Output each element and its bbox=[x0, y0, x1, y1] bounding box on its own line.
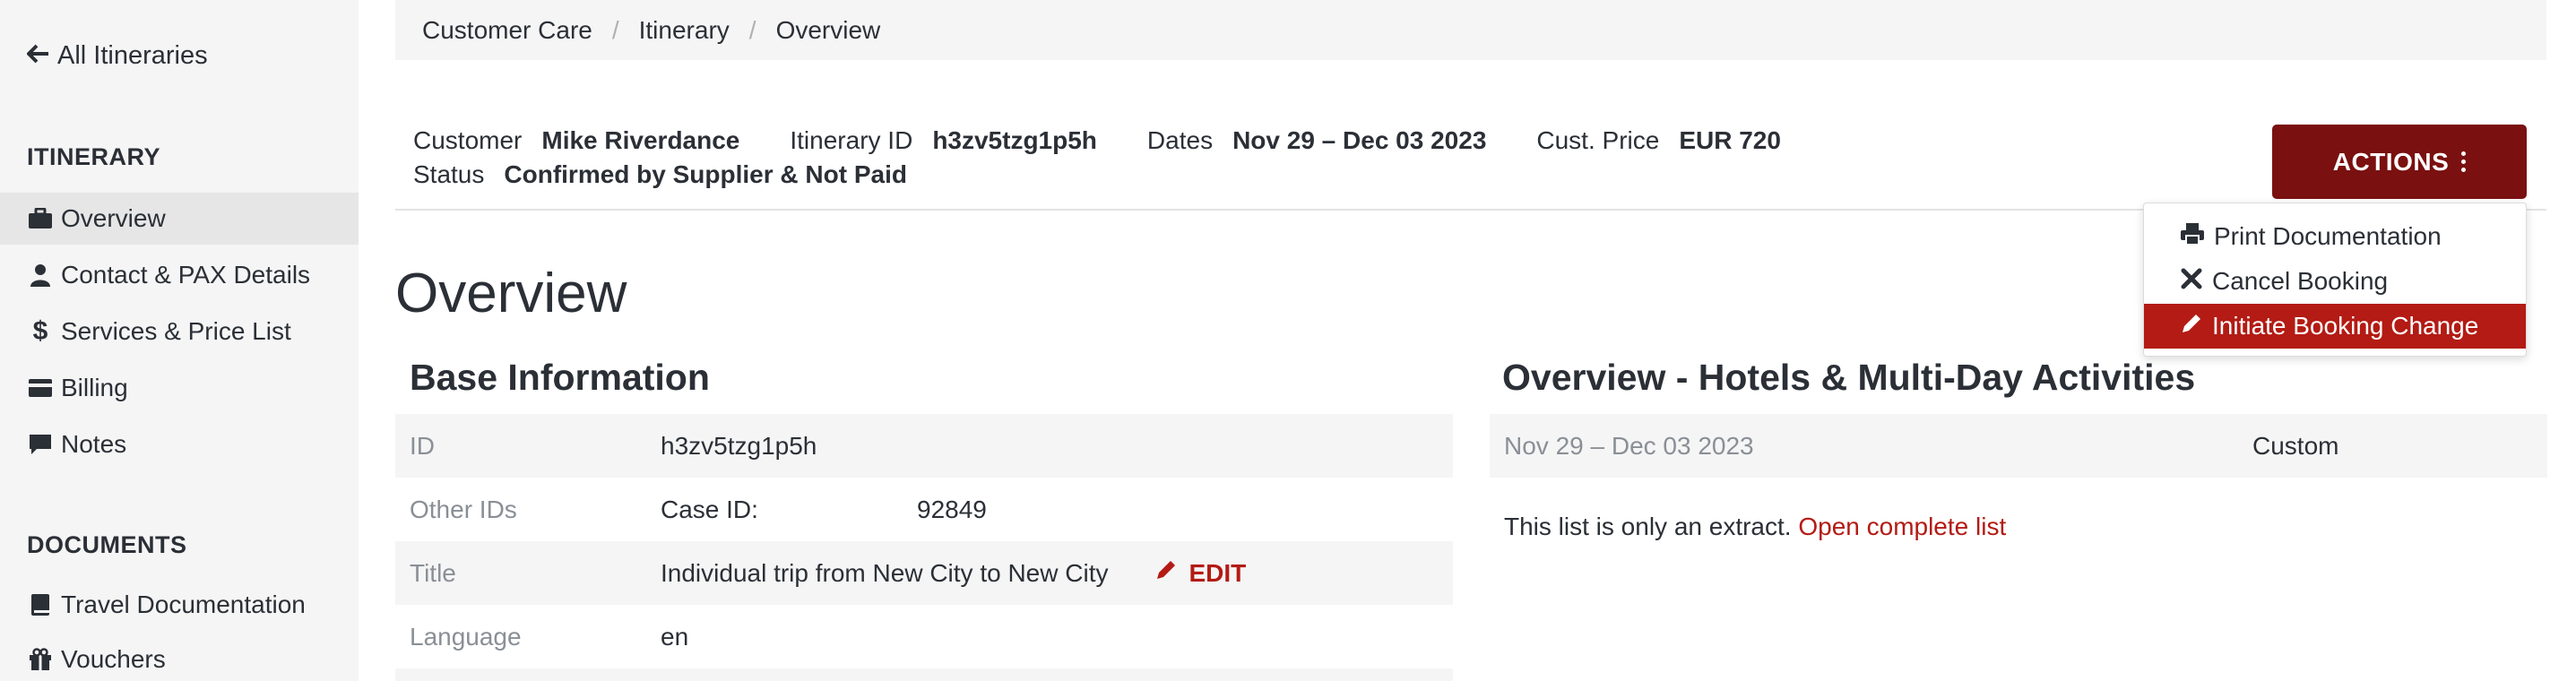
id-value: h3zv5tzg1p5h bbox=[661, 431, 817, 460]
case-id-label: Case ID: bbox=[661, 495, 758, 523]
breadcrumb: Customer Care / Itinerary / Overview bbox=[395, 0, 2546, 60]
sidebar-item-vouchers[interactable]: Vouchers bbox=[0, 634, 359, 681]
sidebar-item-label: Notes bbox=[61, 430, 127, 458]
breadcrumb-overview: Overview bbox=[775, 15, 881, 44]
breadcrumb-separator: / bbox=[748, 15, 756, 44]
sidebar-item-label: Billing bbox=[61, 374, 128, 401]
arrow-left-icon bbox=[27, 41, 50, 71]
book-icon bbox=[27, 593, 54, 616]
language-label: Language bbox=[410, 622, 522, 651]
sidebar-item-label: Overview bbox=[61, 204, 166, 232]
hotel-type: Custom bbox=[2252, 431, 2339, 460]
sidebar-item-billing[interactable]: Billing bbox=[0, 362, 359, 414]
id-label: ID bbox=[410, 431, 435, 460]
title-value: Individual trip from New City to New Cit… bbox=[661, 558, 1109, 587]
dollar-icon: $ bbox=[32, 316, 48, 346]
user-icon bbox=[27, 263, 54, 287]
case-id-value: 92849 bbox=[917, 495, 987, 523]
sidebar-item-services-price[interactable]: $ Services & Price List bbox=[0, 306, 359, 358]
customer-label: Customer bbox=[413, 126, 523, 154]
page-title: Overview bbox=[395, 263, 627, 324]
other-ids-label: Other IDs bbox=[410, 495, 517, 523]
comment-icon bbox=[27, 433, 54, 456]
actions-dropdown-menu: Print Documentation Cancel Booking Initi… bbox=[2143, 203, 2527, 357]
base-information-title: Base Information bbox=[410, 357, 710, 398]
sidebar: All Itineraries ITINERARY Overview Conta… bbox=[0, 0, 359, 681]
customer-value: Mike Riverdance bbox=[541, 126, 740, 154]
language-value: en bbox=[661, 622, 689, 651]
menu-item-print-documentation[interactable]: Print Documentation bbox=[2144, 214, 2526, 259]
sidebar-item-overview[interactable]: Overview bbox=[0, 193, 359, 245]
itinerary-section-heading: ITINERARY bbox=[27, 143, 161, 170]
documents-section-heading: DOCUMENTS bbox=[27, 531, 187, 558]
table-row: Title Individual trip from New City to N… bbox=[395, 541, 1453, 605]
table-row: ID h3zv5tzg1p5h bbox=[395, 414, 1453, 478]
sidebar-item-contact-pax[interactable]: Contact & PAX Details bbox=[0, 249, 359, 301]
dates-label: Dates bbox=[1146, 126, 1214, 154]
menu-item-label: Initiate Booking Change bbox=[2212, 312, 2479, 340]
table-row: Other IDs Case ID: 92849 bbox=[395, 478, 1453, 541]
all-itineraries-link[interactable]: All Itineraries bbox=[27, 41, 208, 71]
status-label: Status bbox=[413, 160, 485, 188]
extract-text: This list is only an extract. bbox=[1504, 513, 1792, 540]
kebab-icon bbox=[2461, 151, 2467, 172]
hotels-overview-title: Overview - Hotels & Multi-Day Activities bbox=[1502, 357, 2196, 398]
sidebar-item-label: Services & Price List bbox=[61, 317, 291, 345]
actions-button[interactable]: ACTIONS bbox=[2272, 125, 2527, 199]
itinerary-summary: Customer Mike Riverdance Itinerary ID h3… bbox=[413, 124, 1831, 192]
gift-icon bbox=[27, 648, 54, 671]
status-value: Confirmed by Supplier & Not Paid bbox=[504, 160, 907, 188]
all-itineraries-label: All Itineraries bbox=[57, 41, 208, 70]
itinerary-id-label: Itinerary ID bbox=[790, 126, 913, 154]
menu-item-label: Print Documentation bbox=[2214, 222, 2442, 250]
actions-button-label: ACTIONS bbox=[2332, 147, 2450, 176]
sidebar-item-travel-documentation[interactable]: Travel Documentation bbox=[0, 579, 359, 631]
table-row bbox=[395, 668, 1453, 681]
pencil-icon bbox=[2180, 312, 2203, 341]
hotels-table-row: Nov 29 – Dec 03 2023 Custom bbox=[1490, 414, 2547, 478]
price-label: Cust. Price bbox=[1536, 126, 1660, 154]
sidebar-item-label: Vouchers bbox=[61, 645, 166, 673]
edit-label: EDIT bbox=[1189, 558, 1247, 587]
menu-item-cancel-booking[interactable]: Cancel Booking bbox=[2144, 259, 2526, 304]
title-label: Title bbox=[410, 558, 456, 587]
price-value: EUR 720 bbox=[1679, 126, 1781, 154]
sidebar-item-notes[interactable]: Notes bbox=[0, 418, 359, 470]
credit-card-icon bbox=[27, 378, 54, 398]
itinerary-id-value: h3zv5tzg1p5h bbox=[932, 126, 1097, 154]
breadcrumb-itinerary[interactable]: Itinerary bbox=[639, 16, 730, 45]
print-icon bbox=[2180, 222, 2205, 252]
menu-item-initiate-booking-change[interactable]: Initiate Booking Change bbox=[2144, 304, 2526, 349]
sidebar-item-label: Contact & PAX Details bbox=[61, 261, 311, 289]
base-information-table: ID h3zv5tzg1p5h Other IDs Case ID: 92849… bbox=[395, 414, 1453, 681]
edit-title-link[interactable]: EDIT bbox=[1154, 558, 1246, 588]
breadcrumb-separator: / bbox=[611, 15, 619, 44]
hotel-date-range: Nov 29 – Dec 03 2023 bbox=[1504, 431, 1754, 460]
close-icon bbox=[2180, 267, 2203, 297]
breadcrumb-customer-care[interactable]: Customer Care bbox=[422, 16, 592, 45]
extract-note: This list is only an extract. Open compl… bbox=[1504, 513, 2006, 541]
dates-value: Nov 29 – Dec 03 2023 bbox=[1232, 126, 1487, 154]
menu-item-label: Cancel Booking bbox=[2212, 267, 2389, 295]
sidebar-item-label: Travel Documentation bbox=[61, 590, 306, 618]
table-row: Language en bbox=[395, 605, 1453, 668]
briefcase-icon bbox=[27, 208, 54, 229]
open-complete-list-link[interactable]: Open complete list bbox=[1798, 513, 2006, 540]
pencil-icon bbox=[1154, 558, 1178, 588]
